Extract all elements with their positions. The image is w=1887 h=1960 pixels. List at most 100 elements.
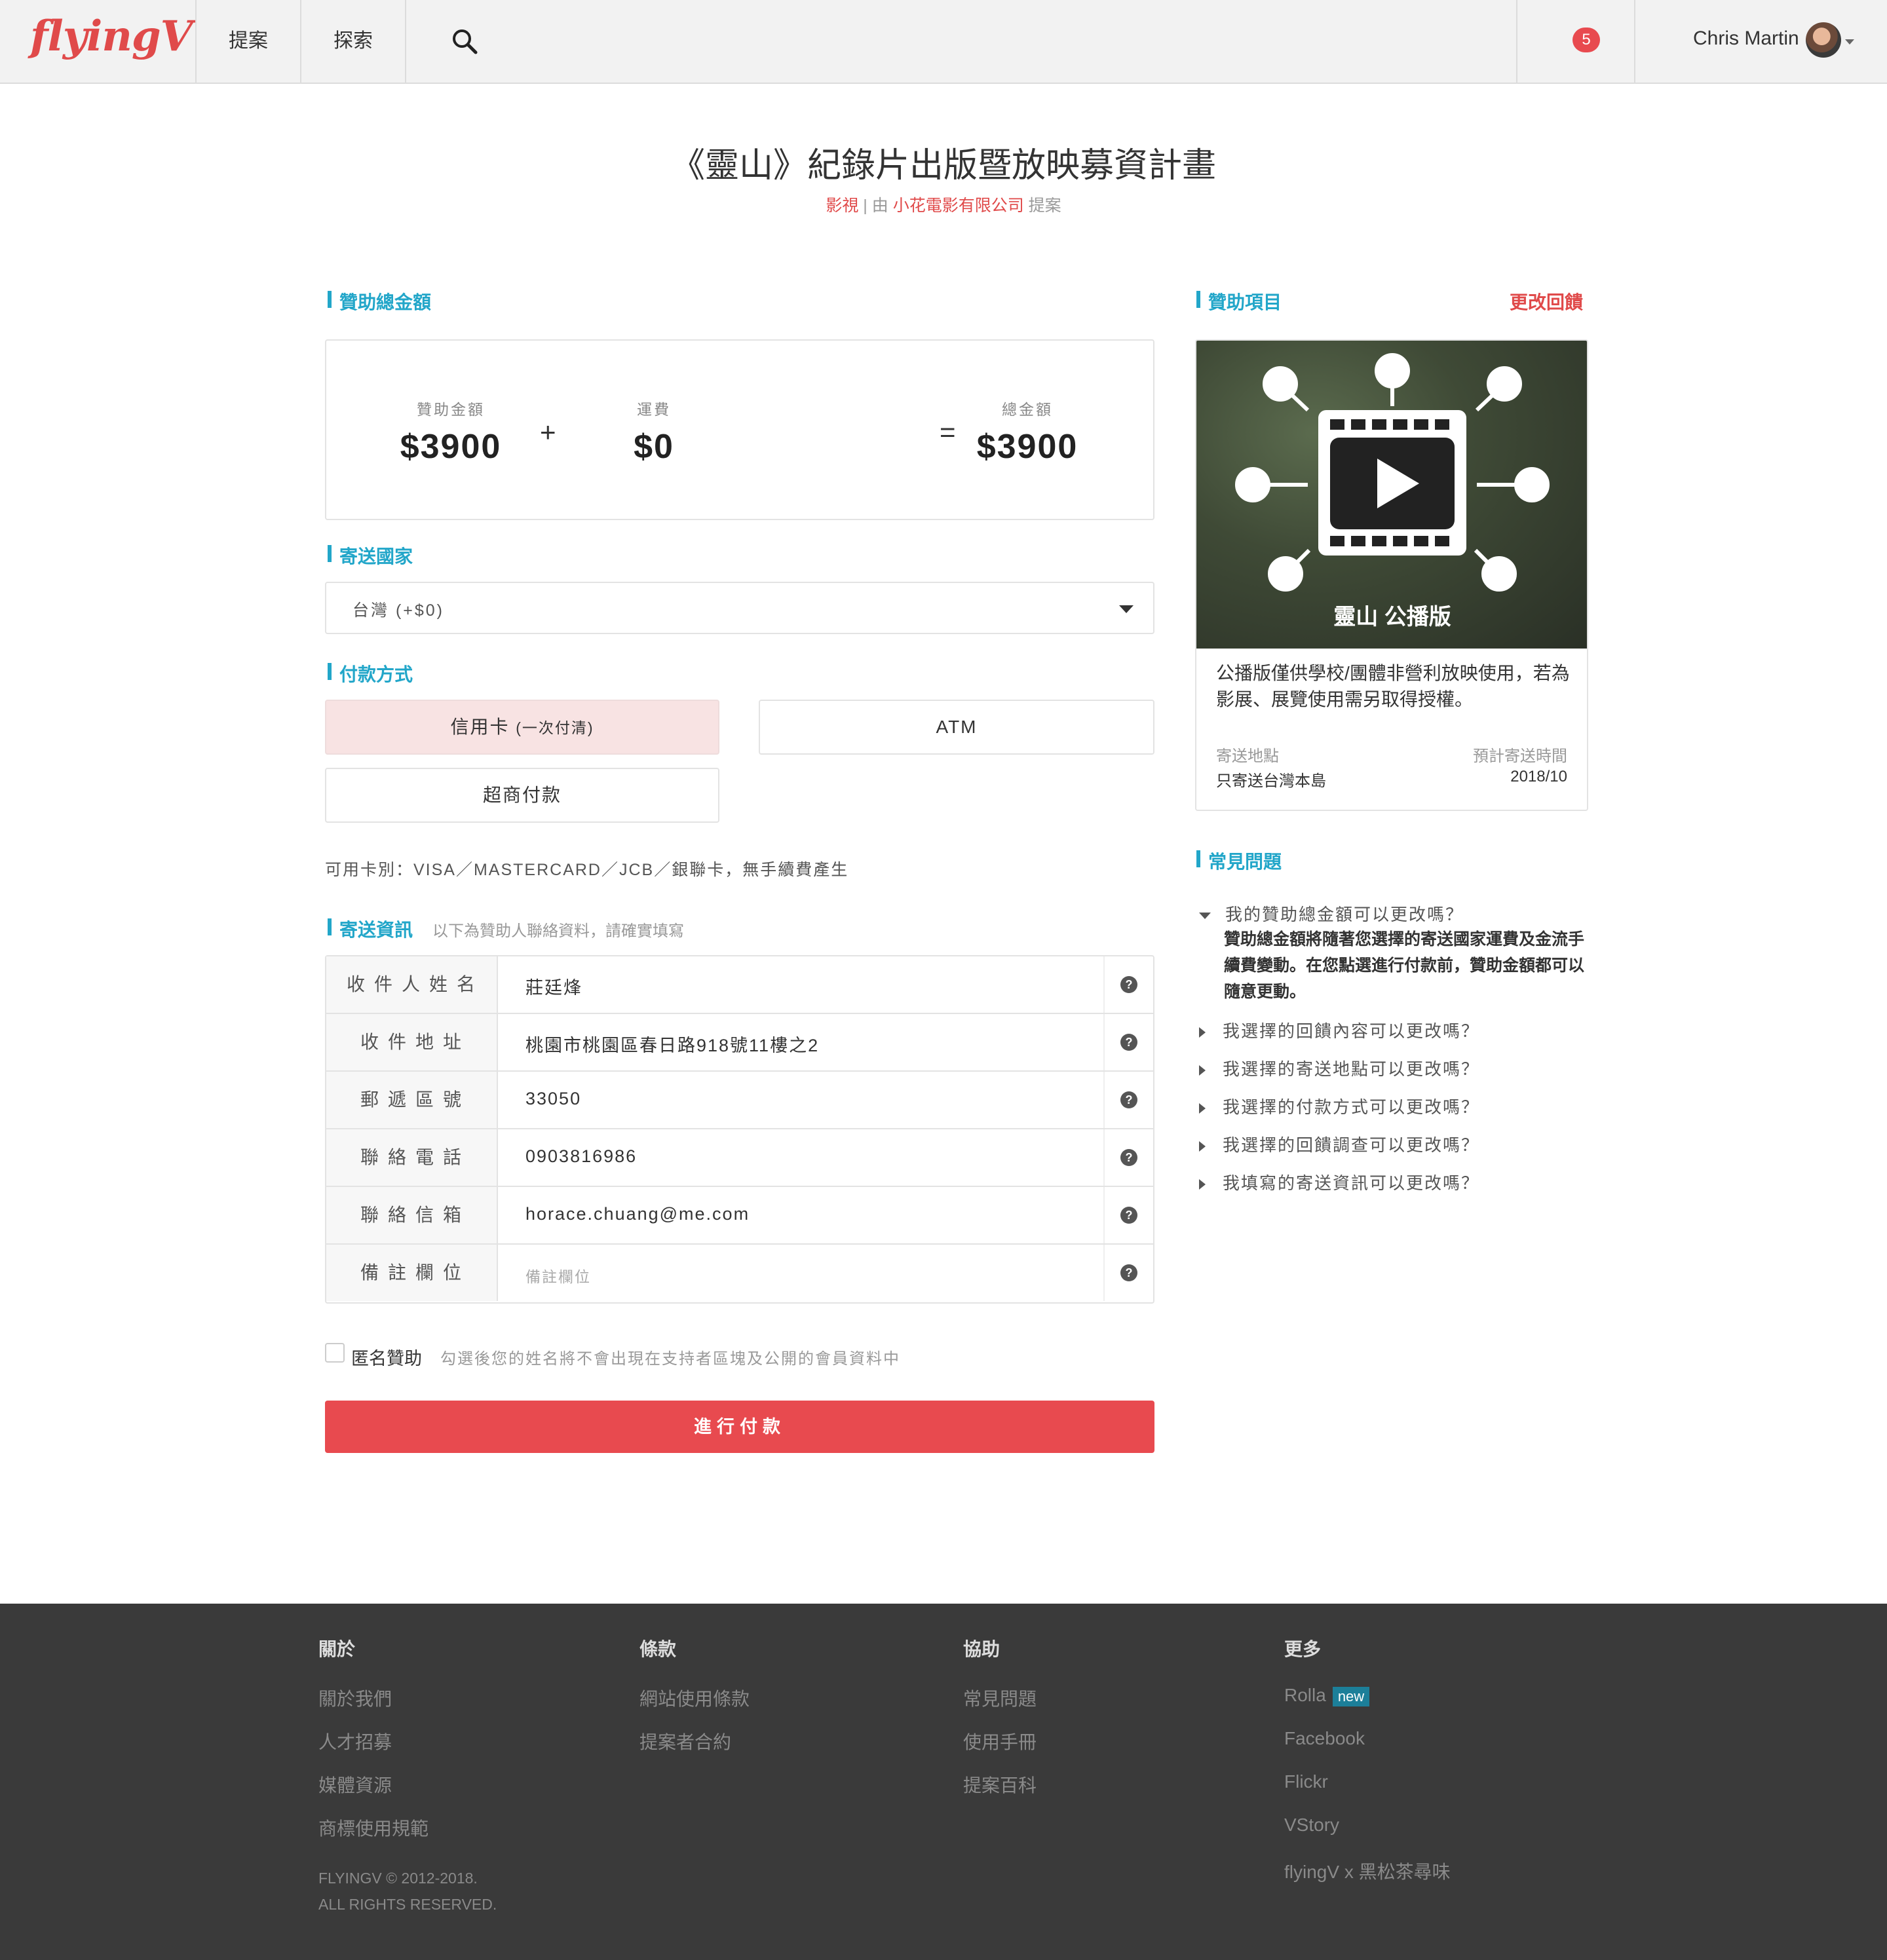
form-row-zip: 郵遞區號 33050 ? <box>326 1072 1153 1129</box>
footer-link[interactable]: 人才招募 <box>318 1728 392 1754</box>
note-label: 備註欄位 <box>326 1245 498 1301</box>
note-input[interactable]: 備註欄位 <box>525 1264 591 1287</box>
country-select[interactable]: 台灣 (+$0) <box>325 582 1154 634</box>
anonymous-label[interactable]: 匿名贊助 <box>351 1344 422 1370</box>
help-icon[interactable]: ? <box>1120 1149 1137 1166</box>
faq-item[interactable]: 我選擇的付款方式可以更改嗎？ <box>1199 1094 1479 1118</box>
help-icon[interactable]: ? <box>1120 976 1137 993</box>
copyright-line-2: ALL RIGHTS RESERVED. <box>318 1896 497 1913</box>
shipping-form: 收件人姓名 莊廷烽 ? 收件地址 桃園市桃園區春日路918號11樓之2 ? 郵遞… <box>325 955 1154 1304</box>
triangle-right-icon <box>1199 1065 1206 1076</box>
eta-label: 預計寄送時間 <box>1473 747 1567 765</box>
footer-link[interactable]: flyingV x 黑松茶尋味 <box>1284 1858 1451 1884</box>
faq-item[interactable]: 我填寫的寄送資訊可以更改嗎？ <box>1199 1170 1479 1194</box>
triangle-right-icon <box>1199 1141 1206 1152</box>
page-title: 《靈山》紀錄片出版暨放映募資計畫 <box>670 147 1216 185</box>
avatar[interactable] <box>1806 22 1841 58</box>
help-icon[interactable]: ? <box>1120 1207 1137 1224</box>
recipient-input[interactable]: 莊廷烽 <box>525 973 582 999</box>
faq-question: 我選擇的回饋內容可以更改嗎？ <box>1223 1021 1480 1041</box>
footer-link-rolla[interactable]: Rolla new <box>1284 1685 1370 1706</box>
payment-convenience-store-button[interactable]: 超商付款 <box>325 768 719 823</box>
faq-question: 我選擇的寄送地點可以更改嗎？ <box>1223 1059 1480 1079</box>
section-country-heading: 寄送國家 <box>328 542 413 569</box>
reward-card: 靈山 公播版 公播版僅供學校/團體非營利放映使用，若為影展、展覽使用需另取得授權… <box>1195 339 1588 811</box>
shipping-heading-text: 寄送資訊 <box>339 920 413 940</box>
triangle-down-icon <box>1199 913 1211 920</box>
help-icon[interactable]: ? <box>1120 1264 1137 1281</box>
pledge-label: 贊助金額 <box>417 401 485 418</box>
payment-atm-button[interactable]: ATM <box>759 700 1154 755</box>
project-proposer[interactable]: 小花電影有限公司 <box>893 197 1024 215</box>
notification-badge[interactable]: 5 <box>1572 28 1600 52</box>
footer-link[interactable]: 關於我們 <box>318 1685 392 1711</box>
address-input[interactable]: 桃園市桃園區春日路918號11樓之2 <box>525 1031 819 1057</box>
faq-question: 我選擇的回饋調查可以更改嗎？ <box>1223 1135 1480 1155</box>
footer-link[interactable]: 使用手冊 <box>963 1728 1037 1754</box>
footer-link[interactable]: 網站使用條款 <box>639 1685 750 1711</box>
footer-link[interactable]: 提案百科 <box>963 1771 1037 1798</box>
chevron-down-icon[interactable] <box>1845 39 1854 45</box>
form-row-phone: 聯絡電話 0903816986 ? <box>326 1129 1153 1187</box>
project-subline: 影視 | 由 小花電影有限公司 提案 <box>0 193 1887 216</box>
footer-link[interactable]: 商標使用規範 <box>318 1815 429 1841</box>
footer-link[interactable]: Flickr <box>1284 1771 1328 1792</box>
country-select-value: 台灣 (+$0) <box>353 601 445 620</box>
faq-question: 我填寫的寄送資訊可以更改嗎？ <box>1223 1173 1480 1193</box>
faq-item[interactable]: 我選擇的回饋調查可以更改嗎？ <box>1199 1132 1479 1156</box>
amount-summary: 贊助金額 $3900 + 運費 $0 = 總金額 $3900 <box>325 339 1154 520</box>
search-icon[interactable] <box>449 26 481 58</box>
help-icon[interactable]: ? <box>1120 1091 1137 1108</box>
help-cell: ? <box>1103 1129 1153 1186</box>
email-label: 聯絡信箱 <box>326 1187 498 1243</box>
payment-credit-card-button[interactable]: 信用卡 (一次付清) <box>325 700 719 755</box>
nav-divider <box>405 0 406 83</box>
form-row-recipient: 收件人姓名 莊廷烽 ? <box>326 956 1153 1014</box>
submit-payment-button[interactable]: 進行付款 <box>325 1401 1154 1453</box>
plus-sign: + <box>540 417 556 447</box>
anonymous-checkbox[interactable] <box>325 1343 345 1363</box>
logo[interactable]: flyingV <box>30 12 193 61</box>
email-input[interactable]: horace.chuang@me.com <box>525 1204 750 1224</box>
help-cell: ? <box>1103 1245 1153 1301</box>
triangle-right-icon <box>1199 1027 1206 1038</box>
faq-item[interactable]: 我選擇的寄送地點可以更改嗎？ <box>1199 1056 1479 1080</box>
help-cell: ? <box>1103 1072 1153 1128</box>
subline-separator: | <box>863 197 867 215</box>
footer-terms-title: 條款 <box>639 1639 677 1659</box>
top-nav: flyingV 提案 探索 5 Chris Martin <box>0 0 1887 84</box>
ship-location-label: 寄送地點 <box>1216 747 1279 765</box>
phone-label: 聯絡電話 <box>326 1129 498 1186</box>
footer-link[interactable]: VStory <box>1284 1815 1339 1836</box>
reward-description: 公播版僅供學校/團體非營利放映使用，若為影展、展覽使用需另取得授權。 <box>1216 663 1570 709</box>
phone-input[interactable]: 0903816986 <box>525 1146 637 1167</box>
footer-link[interactable]: 提案者合約 <box>639 1728 731 1754</box>
nav-link-explore[interactable]: 探索 <box>301 0 405 83</box>
nav-link-propose[interactable]: 提案 <box>197 0 300 83</box>
change-reward-link[interactable]: 更改回饋 <box>1510 288 1583 314</box>
section-shipping-heading: 寄送資訊 以下為贊助人聯絡資料，請確實填寫 <box>328 916 684 942</box>
faq-item[interactable]: 我選擇的回饋內容可以更改嗎？ <box>1199 1018 1479 1042</box>
shipping-fee-value: $0 <box>634 428 674 466</box>
footer-link[interactable]: Facebook <box>1284 1728 1365 1749</box>
pledge-value: $3900 <box>400 428 502 466</box>
project-category[interactable]: 影視 <box>826 197 858 215</box>
faq-item-open[interactable]: 我的贊助總金額可以更改嗎？ <box>1199 901 1464 926</box>
help-cell: ? <box>1103 1014 1153 1070</box>
user-name[interactable]: Chris Martin <box>1693 28 1799 50</box>
footer-link[interactable]: 媒體資源 <box>318 1771 392 1798</box>
subline-by: 由 <box>871 197 888 215</box>
eta-value: 2018/10 <box>1510 768 1567 785</box>
faq-question: 我的贊助總金額可以更改嗎？ <box>1225 905 1464 924</box>
subline-proposed: 提案 <box>1028 197 1061 215</box>
footer-help-title: 協助 <box>963 1639 1001 1659</box>
help-cell: ? <box>1103 1187 1153 1243</box>
zip-input[interactable]: 33050 <box>525 1089 581 1109</box>
reward-image: 靈山 公播版 <box>1196 341 1587 649</box>
footer-link[interactable]: 常見問題 <box>963 1685 1037 1711</box>
help-icon[interactable]: ? <box>1120 1034 1137 1051</box>
section-payment-heading: 付款方式 <box>328 660 413 687</box>
section-faq-heading: 常見問題 <box>1196 848 1282 874</box>
ship-location-value: 只寄送台灣本島 <box>1216 772 1326 790</box>
credit-card-label: 信用卡 <box>450 717 510 737</box>
